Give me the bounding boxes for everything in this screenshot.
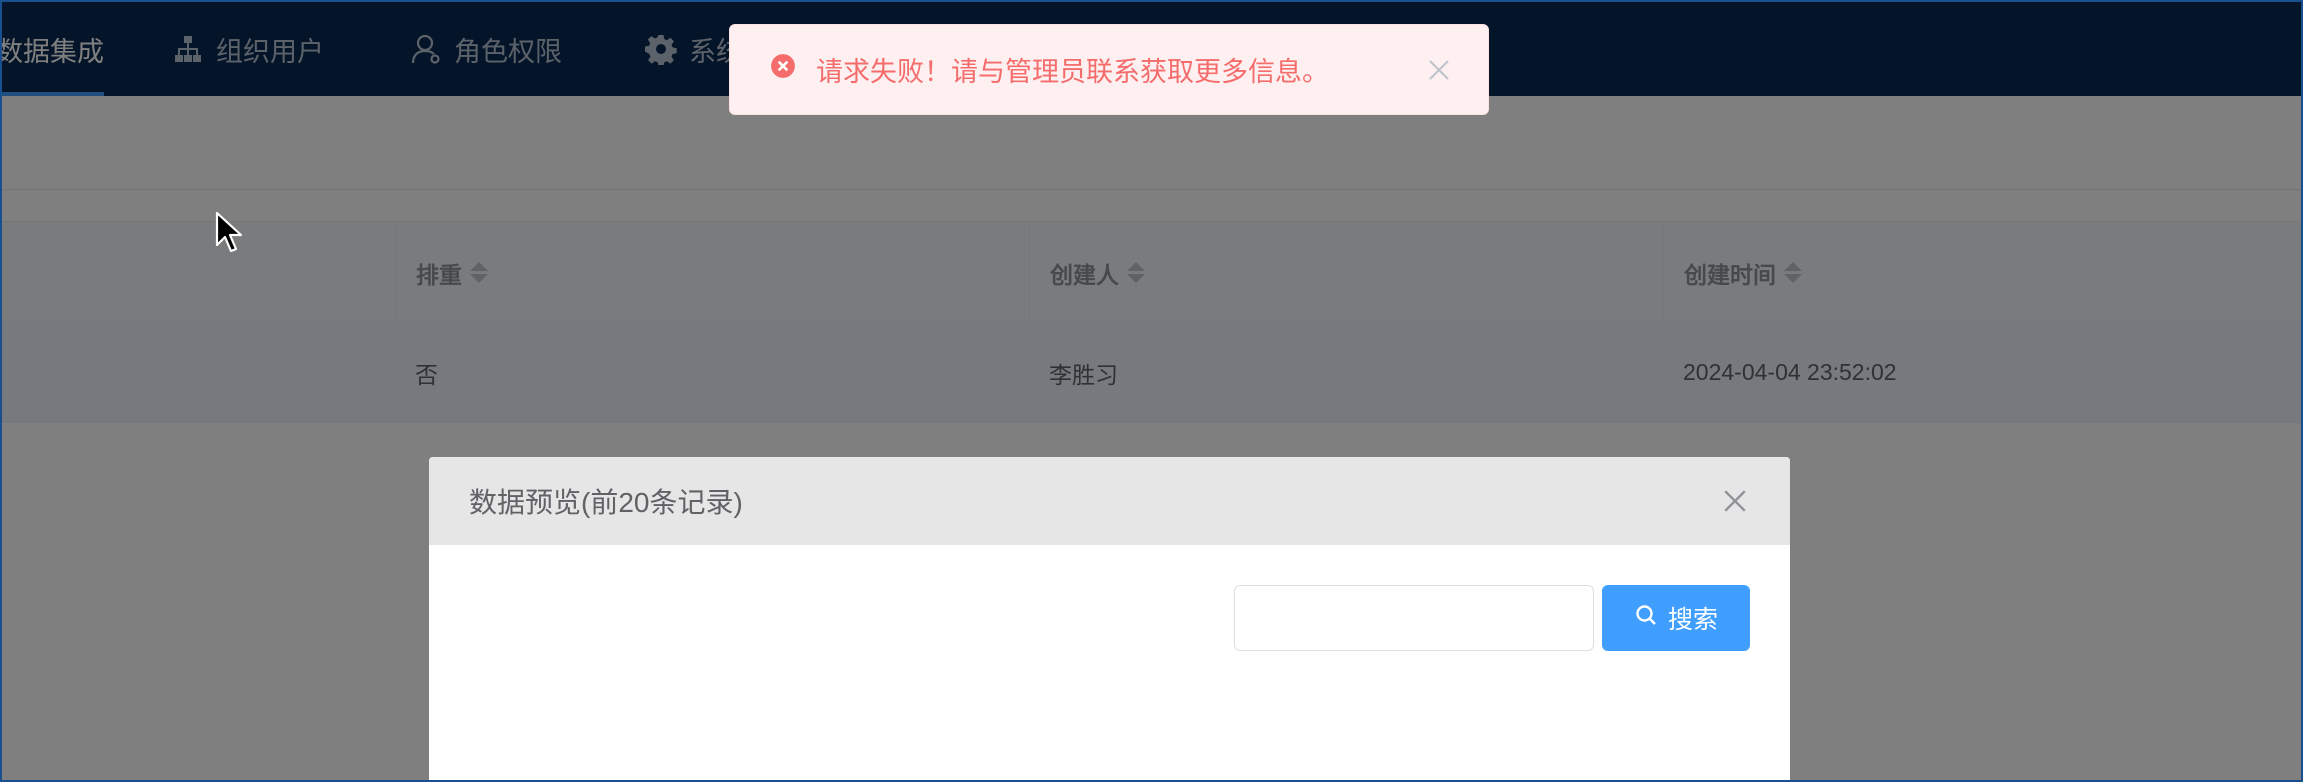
close-icon[interactable]: [1426, 57, 1452, 83]
error-toast: 请求失败！请与管理员联系获取更多信息。: [729, 24, 1489, 115]
search-button[interactable]: 搜索: [1602, 585, 1750, 651]
search-input[interactable]: [1234, 585, 1594, 651]
dialog-header: 数据预览(前20条记录): [429, 457, 1790, 545]
data-preview-dialog: 数据预览(前20条记录) 搜索: [429, 457, 1790, 780]
app-window: 数据集成 组织用户 角色权限 系统 排重: [0, 0, 2303, 782]
dialog-title: 数据预览(前20条记录): [469, 487, 743, 518]
search-button-label: 搜索: [1667, 606, 1718, 634]
error-icon: [770, 53, 796, 86]
toast-message: 请求失败！请与管理员联系获取更多信息。: [816, 57, 1329, 87]
search-icon: [1634, 603, 1658, 634]
close-icon[interactable]: [1720, 486, 1750, 516]
mouse-cursor-icon: [215, 211, 243, 253]
